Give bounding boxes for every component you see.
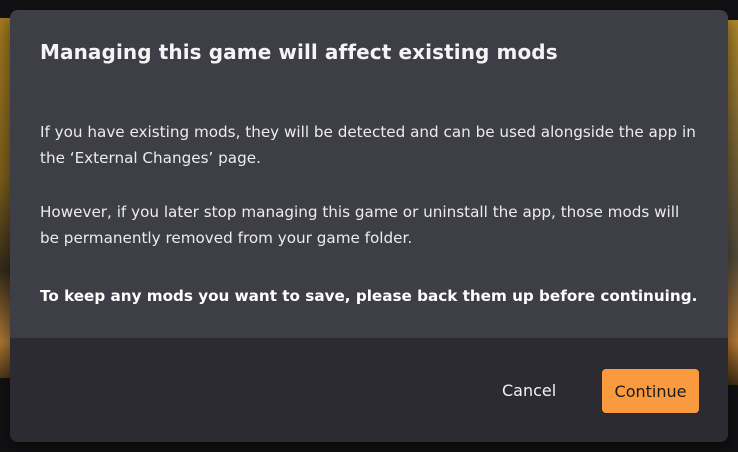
continue-button[interactable]: Continue	[602, 369, 699, 413]
manage-game-dialog: Managing this game will affect existing …	[10, 10, 728, 442]
dialog-title: Managing this game will affect existing …	[40, 40, 558, 64]
dialog-body: Managing this game will affect existing …	[10, 10, 728, 338]
cancel-button[interactable]: Cancel	[484, 371, 574, 409]
dialog-paragraph-backup-advice: To keep any mods you want to save, pleas…	[40, 287, 698, 305]
dialog-paragraph-existing-mods: If you have existing mods, they will be …	[40, 123, 696, 167]
dialog-footer: Cancel Continue	[10, 338, 728, 442]
dialog-paragraph-removal-warning: However, if you later stop managing this…	[40, 203, 680, 247]
